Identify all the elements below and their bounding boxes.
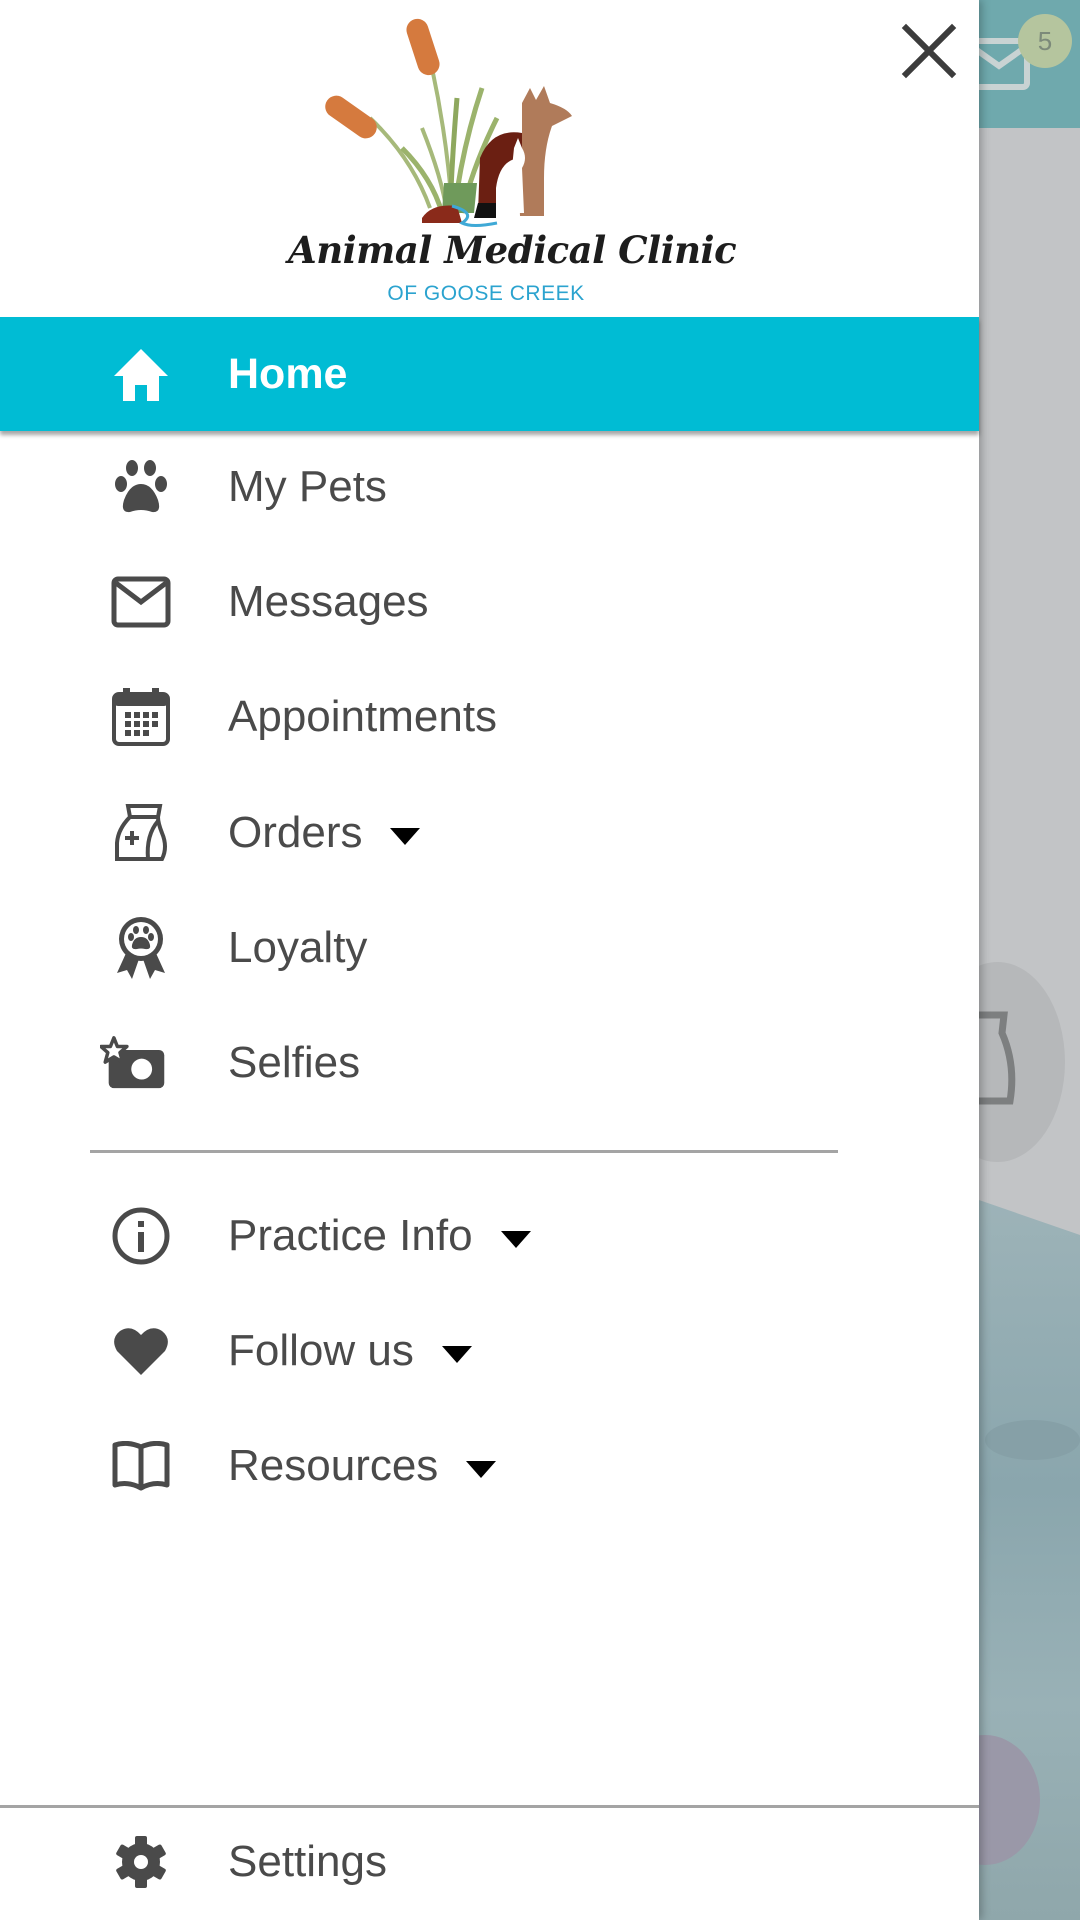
close-icon[interactable] — [900, 22, 958, 80]
book-icon — [108, 1433, 174, 1499]
nav-item-label: Home — [228, 349, 348, 398]
section-divider — [90, 1150, 838, 1153]
heart-icon — [108, 1318, 174, 1384]
medicine-bag-icon — [108, 800, 174, 866]
nav-item-messages[interactable]: Messages — [0, 545, 979, 659]
award-ribbon-icon — [108, 915, 174, 981]
background-image-detail — [985, 1420, 1080, 1460]
paw-icon — [108, 454, 174, 520]
envelope-icon — [108, 569, 174, 635]
nav-item-resources[interactable]: Resources — [0, 1409, 979, 1523]
dropdown-caret-icon — [466, 1460, 497, 1478]
gear-icon — [108, 1829, 174, 1895]
calendar-icon — [108, 684, 174, 750]
nav-item-selfies[interactable]: Selfies — [0, 1006, 979, 1120]
camera-star-icon — [100, 1030, 166, 1096]
nav-item-label-text: Practice Info — [228, 1211, 473, 1260]
nav-item-orders[interactable]: Orders — [0, 776, 979, 890]
nav-item-label: Selfies — [228, 1038, 361, 1087]
nav-item-practice-info[interactable]: Practice Info — [0, 1179, 979, 1293]
dropdown-caret-icon — [500, 1230, 531, 1248]
clinic-logo-subtitle: OF GOOSE CREEK — [387, 282, 585, 305]
nav-item-label: My Pets — [228, 462, 387, 511]
nav-item-label: Loyalty — [228, 923, 368, 972]
nav-item-label: Appointments — [228, 692, 498, 741]
nav-item-label: Follow us — [228, 1326, 472, 1376]
nav-item-label-text: Orders — [228, 808, 363, 857]
nav-item-label: Messages — [228, 577, 429, 626]
nav-item-label: Resources — [228, 1441, 497, 1491]
nav-item-label: Orders — [228, 808, 421, 858]
nav-item-settings[interactable]: Settings — [0, 1805, 979, 1919]
nav-item-loyalty[interactable]: Loyalty — [0, 891, 979, 1005]
nav-item-home[interactable]: Home — [0, 317, 979, 431]
nav-item-follow-us[interactable]: Follow us — [0, 1294, 979, 1408]
nav-item-appointments[interactable]: Appointments — [0, 660, 979, 774]
nav-item-label: Settings — [228, 1837, 387, 1886]
dropdown-caret-icon — [441, 1345, 472, 1363]
navigation-drawer: Animal Medical Clinic OF GOOSE CREEK Hom… — [0, 0, 979, 1920]
nav-item-my-pets[interactable]: My Pets — [0, 430, 979, 544]
nav-item-label: Practice Info — [228, 1211, 531, 1261]
messages-badge: 5 — [1018, 14, 1072, 68]
nav-item-label-text: Resources — [228, 1441, 439, 1490]
info-icon — [108, 1203, 174, 1269]
home-icon — [108, 341, 174, 407]
nav-item-label-text: Follow us — [228, 1326, 414, 1375]
clinic-logo-title: Animal Medical Clinic — [288, 228, 737, 272]
dropdown-caret-icon — [390, 827, 421, 845]
